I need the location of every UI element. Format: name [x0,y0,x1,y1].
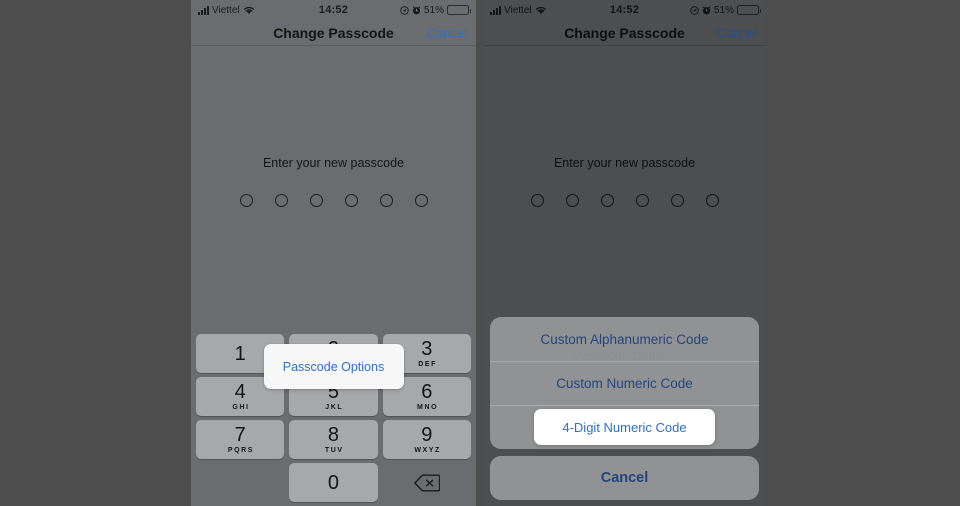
keypad-key-letters: WXYZ [414,447,441,454]
alarm-clock-icon [702,5,711,15]
passcode-dot [600,194,614,207]
action-sheet-item-custom-alphanumeric[interactable]: Custom Alphanumeric Code [490,317,759,361]
passcode-options-action-sheet: Custom Alphanumeric Code Custom Numeric … [483,317,766,506]
battery-icon [737,5,761,15]
keypad-key-7[interactable]: 7 PQRS [196,420,285,459]
nav-bar: Change Passcode Cancel [191,20,476,46]
keypad-delete-button[interactable] [383,463,471,502]
passcode-dots [530,194,719,207]
passcode-dot [565,194,579,207]
keypad-key-number: 6 [421,381,433,403]
keypad-key-letters: TUV [324,447,344,454]
passcode-dot [379,194,393,207]
page-title: Change Passcode [564,24,685,41]
battery-percent-label: 51% [423,4,444,16]
screenshot-stage: Viettel 14:52 51% Change Passcode Cancel [0,0,960,506]
passcode-dot [705,194,719,207]
phone-screen-right: Viettel 14:52 51% Change Passcode Cancel [483,0,766,506]
backspace-delete-icon [413,474,440,492]
keypad-key-number: 8 [327,424,340,446]
keypad-key-number: 1 [234,342,246,365]
keypad-key-number: 4 [234,381,246,403]
nav-bar: Change Passcode Cancel [483,20,766,46]
passcode-dot [670,194,684,207]
passcode-content: Enter your new passcode Passcode Options… [191,46,476,506]
keypad-key-8[interactable]: 8 TUV [289,420,378,459]
passcode-options-button[interactable]: Passcode Options [263,344,404,389]
status-bar-right: 51% [690,4,761,16]
action-sheet-cancel-button[interactable]: Cancel [490,456,759,500]
battery-icon [447,5,471,15]
passcode-dot [635,194,649,207]
passcode-dot [274,194,288,207]
action-sheet-item-custom-numeric[interactable]: Custom Numeric Code [490,361,759,405]
keypad-key-letters: PQRS [227,447,255,454]
alarm-clock-icon [412,5,421,15]
passcode-prompt: Enter your new passcode [553,156,696,170]
passcode-dots [239,194,428,207]
status-bar: Viettel 14:52 51% [191,0,476,20]
nav-cancel-button[interactable]: Cancel [717,25,757,40]
location-arrow-icon [690,5,699,15]
passcode-dot [530,194,544,207]
keypad-key-letters: DEF [418,361,438,368]
page-title: Change Passcode [273,24,394,41]
passcode-dot [239,194,253,207]
status-bar: Viettel 14:52 51% [483,0,766,20]
phone-screen-left: Viettel 14:52 51% Change Passcode Cancel [191,0,476,506]
keypad-key-number: 3 [421,338,433,360]
keypad-key-number: 0 [327,471,340,494]
keypad-key-0[interactable]: 0 [289,463,378,502]
battery-percent-label: 51% [713,4,734,16]
keypad-key-letters: MNO [417,404,439,411]
action-sheet-item-4-digit-numeric[interactable]: 4-Digit Numeric Code [534,409,715,445]
passcode-dot [309,194,323,207]
passcode-dot [344,194,358,207]
status-bar-right: 51% [400,4,471,16]
keypad-key-letters: JKL [325,404,344,411]
nav-cancel-button[interactable]: Cancel [427,25,467,40]
action-sheet-options-group: Custom Alphanumeric Code Custom Numeric … [490,317,759,449]
keypad-key-letters: GHI [232,404,250,411]
passcode-prompt: Enter your new passcode [262,156,405,170]
keypad-key-9[interactable]: 9 WXYZ [382,420,471,459]
keypad-key-number: 9 [421,424,433,446]
location-arrow-icon [400,5,409,15]
passcode-dot [414,194,428,207]
keypad-key-number: 7 [234,424,246,446]
keypad-key-blank [196,463,284,502]
